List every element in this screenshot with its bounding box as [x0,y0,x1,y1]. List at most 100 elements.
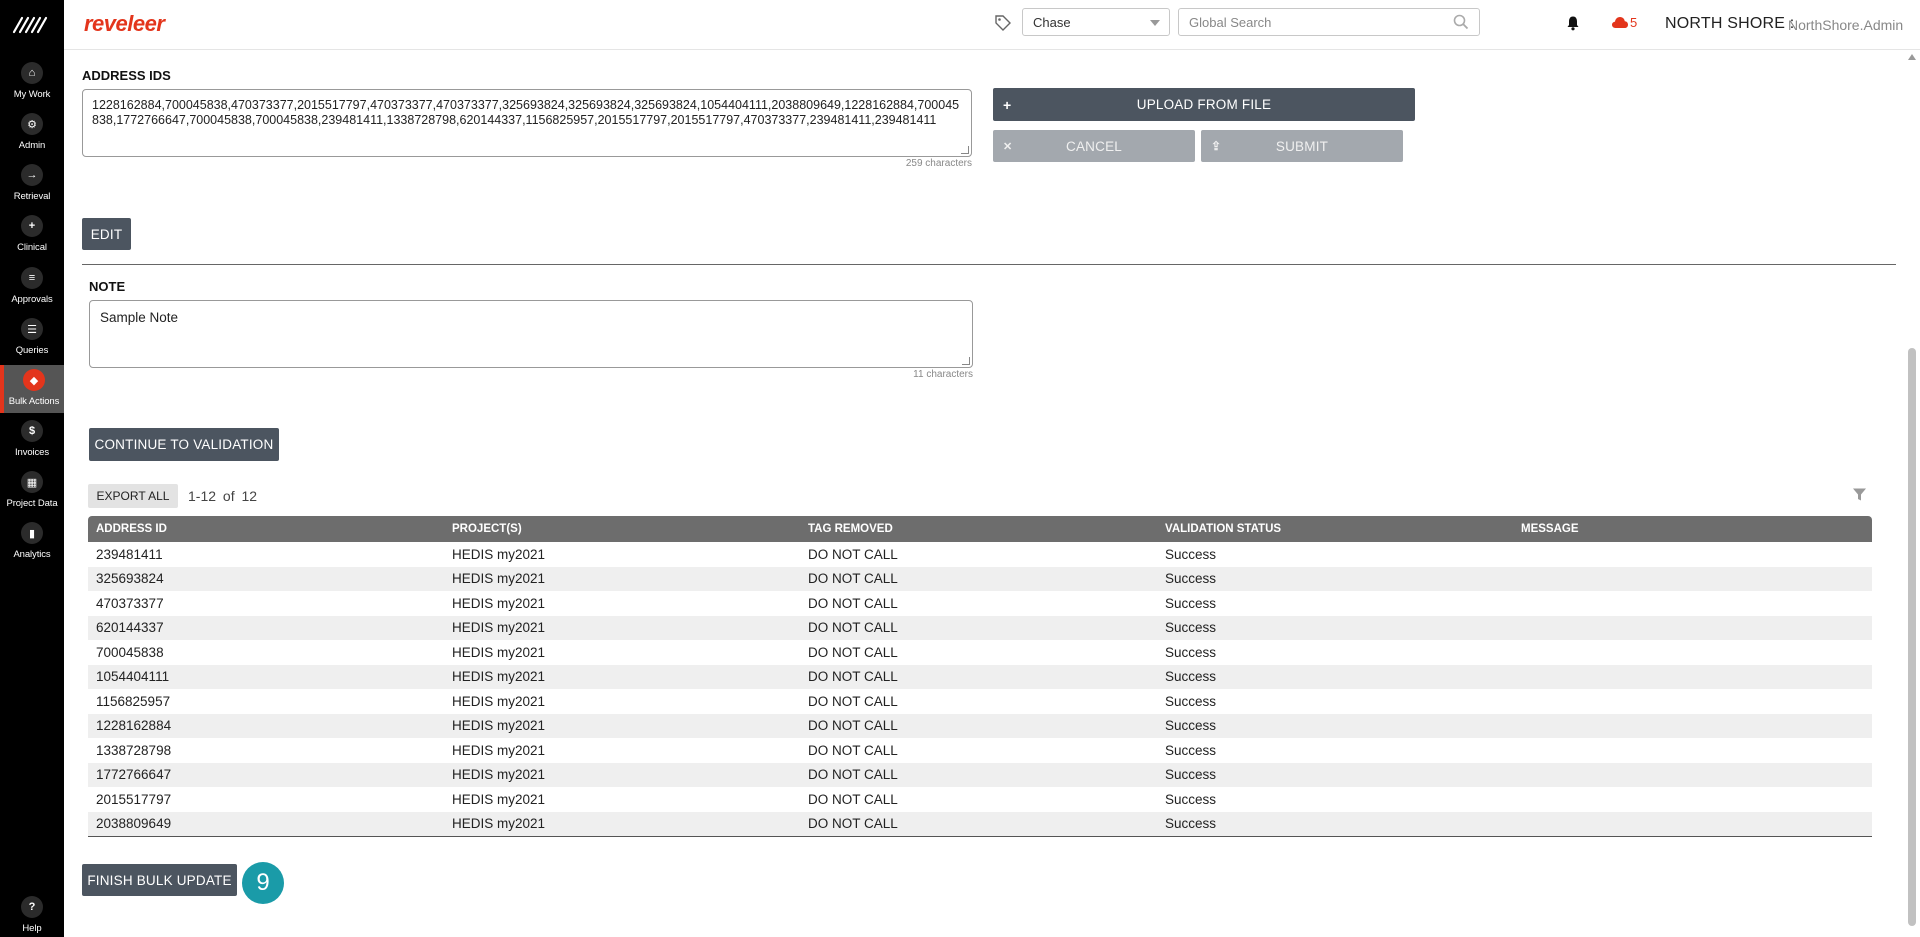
table-row[interactable]: 700045838 HEDIS my2021 DO NOT CALL Success [88,640,1872,665]
sidebar-item-label: Admin [18,140,46,151]
cell-validation-status: Success [1165,595,1217,611]
cell-validation-status: Success [1165,620,1217,636]
column-header-address-id[interactable]: ADDRESS ID [88,523,444,535]
export-all-button[interactable]: EXPORT ALL [88,484,178,508]
cell-validation-status: Success [1165,718,1217,734]
sidebar-item-analytics[interactable]: ▮ Analytics [0,518,64,566]
filter-icon[interactable] [1852,487,1867,502]
sidebar-item-label: Invoices [14,447,50,458]
table-row[interactable]: 620144337 HEDIS my2021 DO NOT CALL Success [88,615,1872,640]
notification-count-badge[interactable]: 5 [1630,15,1637,30]
scrollbar-thumb[interactable] [1908,348,1916,926]
sidebar-item-label: Retrieval [13,191,51,202]
cell-validation-status: Success [1165,791,1217,807]
cancel-label: CANCEL [1066,138,1122,154]
address-ids-value: 1228162884,700045838,470373377,201551779… [92,98,960,127]
continue-to-validation-button[interactable]: CONTINUE TO VALIDATION [89,428,279,461]
cell-validation-status: Success [1165,816,1217,832]
user-name[interactable]: NorthShore.Admin [1788,17,1903,33]
column-header-message[interactable]: MESSAGE [1513,523,1872,535]
table-row[interactable]: 1338728798 HEDIS my2021 DO NOT CALL Success [88,738,1872,763]
column-header-tag-removed[interactable]: TAG REMOVED [800,523,1157,535]
global-search-input[interactable] [1179,9,1439,35]
cancel-button[interactable]: ✕ CANCEL [993,130,1195,162]
table-row[interactable]: 1228162884 HEDIS my2021 DO NOT CALL Success [88,713,1872,738]
table-row[interactable]: 2015517797 HEDIS my2021 DO NOT CALL Success [88,787,1872,812]
global-search[interactable] [1178,8,1480,36]
organization-name: NORTH SHORE : [1665,15,1795,32]
cell-address-id: 700045838 [96,644,164,660]
cell-tag-removed: DO NOT CALL [808,767,898,783]
cell-address-id: 2038809649 [96,816,172,832]
sidebar-item-my-work[interactable]: ⌂ My Work [0,58,64,106]
address-ids-textarea[interactable]: 1228162884,700045838,470373377,201551779… [82,89,972,157]
sidebar-item-admin[interactable]: ⚙ Admin [0,109,64,157]
column-header-projects[interactable]: PROJECT(S) [444,523,800,535]
cell-validation-status: Success [1165,644,1217,660]
sidebar-item-queries[interactable]: ☰ Queries [0,314,64,362]
edit-button[interactable]: EDIT [82,218,131,250]
sidebar-item-invoices[interactable]: $ Invoices [0,416,64,464]
cell-projects: HEDIS my2021 [452,718,546,734]
address-ids-char-count: 259 characters [905,158,972,169]
resize-handle-icon[interactable] [961,146,969,154]
cell-address-id: 1772766647 [96,767,172,783]
brand-logo[interactable]: reveleer [84,11,165,37]
cell-projects: HEDIS my2021 [452,791,546,807]
cell-validation-status: Success [1165,669,1217,685]
section-divider [82,264,1896,265]
submit-button[interactable]: ⇪ SUBMIT [1201,130,1403,162]
vertical-scrollbar[interactable] [1906,52,1918,937]
table-row[interactable]: 470373377 HEDIS my2021 DO NOT CALL Success [88,591,1872,616]
cell-validation-status: Success [1165,767,1217,783]
sidebar-item-label: Bulk Actions [8,396,60,407]
cell-address-id: 1338728798 [96,742,172,758]
sidebar-item-label: Approvals [11,294,53,305]
resize-handle-icon[interactable] [962,357,970,365]
cell-validation-status: Success [1165,742,1217,758]
sidebar-item-retrieval[interactable]: → Retrieval [0,160,64,208]
project-select[interactable]: Chase [1022,8,1170,36]
edit-label: EDIT [90,226,123,242]
table-body: 239481411 HEDIS my2021 DO NOT CALL Success 3… [88,542,1872,836]
upload-from-file-button[interactable]: + UPLOAD FROM FILE [993,88,1415,121]
table-row[interactable]: 239481411 HEDIS my2021 DO NOT CALL Success [88,542,1872,567]
table-row[interactable]: 325693824 HEDIS my2021 DO NOT CALL Success [88,566,1872,591]
finish-bulk-update-label: FINISH BULK UPDATE [87,872,232,888]
admin-icon: ⚙ [21,113,43,135]
cell-address-id: 620144337 [96,620,164,636]
sidebar-item-approvals[interactable]: ≡ Approvals [0,263,64,311]
cell-tag-removed: DO NOT CALL [808,620,898,636]
table-row[interactable]: 1772766647 HEDIS my2021 DO NOT CALL Success [88,762,1872,787]
cell-address-id: 239481411 [96,546,163,562]
help-icon: ? [21,896,43,918]
sidebar-item-bulk-actions[interactable]: ◆ Bulk Actions [0,365,64,413]
table-row[interactable]: 2038809649 HEDIS my2021 DO NOT CALL Success [88,811,1872,836]
column-header-validation-status[interactable]: VALIDATION STATUS [1157,523,1513,535]
finish-bulk-update-button[interactable]: FINISH BULK UPDATE [82,864,237,896]
table-row[interactable]: 1156825957 HEDIS my2021 DO NOT CALL Success [88,689,1872,714]
note-char-count: 11 characters [913,369,973,380]
sidebar-item-project-data[interactable]: ▦ Project Data [0,467,64,515]
table-row[interactable]: 1054404111 HEDIS my2021 DO NOT CALL Success [88,664,1872,689]
validation-results-table: ADDRESS ID PROJECT(S) TAG REMOVED VALIDA… [88,516,1872,837]
bell-icon[interactable] [1565,15,1581,31]
cell-tag-removed: DO NOT CALL [808,693,898,709]
cell-projects: HEDIS my2021 [452,767,546,783]
cell-projects: HEDIS my2021 [452,669,546,685]
search-icon[interactable] [1453,14,1469,30]
reveleer-logo-icon[interactable] [12,14,52,36]
sidebar-item-help[interactable]: ? Help [0,892,64,937]
clinical-icon: + [21,215,43,237]
cell-validation-status: Success [1165,693,1217,709]
cell-tag-removed: DO NOT CALL [808,718,898,734]
tag-icon[interactable] [994,14,1012,32]
analytics-icon: ▮ [21,522,43,544]
cloud-icon[interactable] [1611,15,1629,29]
sidebar-item-clinical[interactable]: + Clinical [0,211,64,259]
upload-icon: ⇪ [1211,139,1222,153]
scroll-up-arrow-icon[interactable] [1908,54,1916,60]
note-textarea[interactable]: Sample Note [89,300,973,368]
address-ids-label: ADDRESS IDS [82,68,171,83]
my-work-icon: ⌂ [21,62,43,84]
